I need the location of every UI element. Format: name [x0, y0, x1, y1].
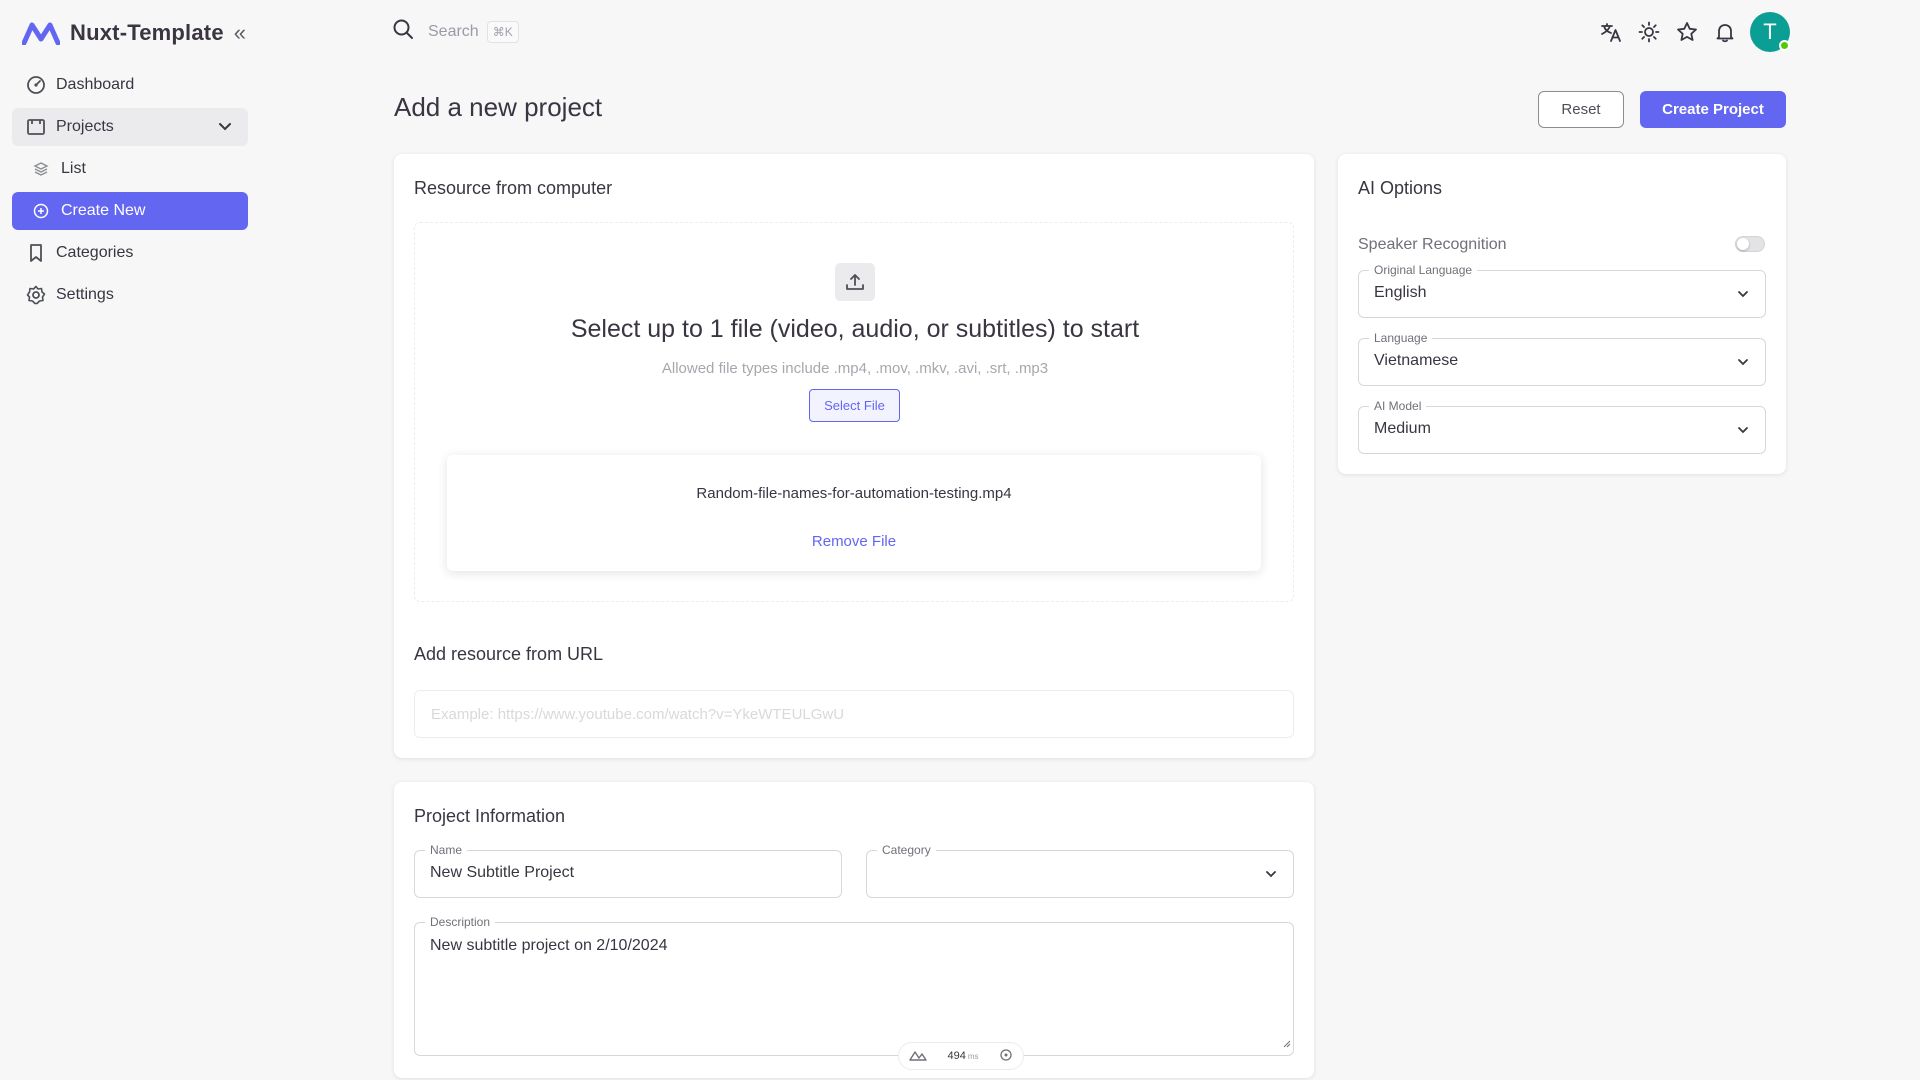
sidebar-item-label: Projects: [56, 118, 114, 135]
ai-model-label: AI Model: [1369, 399, 1427, 413]
url-section-title: Add resource from URL: [414, 644, 604, 664]
dashboard-icon: [25, 74, 47, 96]
app-title: Nuxt-Template: [70, 20, 224, 45]
reset-button[interactable]: Reset: [1538, 91, 1624, 128]
sidebar-item-list[interactable]: List: [12, 150, 248, 188]
gear-icon: [25, 284, 47, 306]
sidebar-item-projects[interactable]: Projects: [12, 108, 248, 146]
create-project-button[interactable]: Create Project: [1640, 91, 1786, 128]
ai-model-select[interactable]: AI Model Medium: [1358, 399, 1766, 454]
name-field[interactable]: Name New Subtitle Project: [414, 843, 842, 898]
chevron-down-icon: [1735, 422, 1751, 443]
render-timing: 494 ms: [947, 1050, 978, 1062]
selected-file-name: Random-file-names-for-automation-testing…: [696, 485, 1012, 502]
sidebar-item-label: Settings: [56, 286, 114, 303]
chevron-down-icon: [1735, 286, 1751, 307]
speaker-recognition-label: Speaker Recognition: [1358, 236, 1507, 253]
dropzone-headline: Select up to 1 file (video, audio, or su…: [570, 315, 1140, 343]
name-field-value: New Subtitle Project: [430, 864, 575, 881]
description-textarea[interactable]: New subtitle project on 2/10/2024: [430, 937, 1280, 1047]
language-label: Language: [1369, 331, 1433, 345]
category-field-label: Category: [877, 843, 936, 857]
plus-circle-icon: [30, 200, 52, 222]
language-select[interactable]: Language Vietnamese: [1358, 331, 1766, 386]
sidebar-item-label: Dashboard: [56, 76, 135, 93]
original-language-value: English: [1374, 284, 1427, 301]
search-icon: [392, 18, 414, 45]
avatar[interactable]: T: [1750, 12, 1790, 52]
resource-card: Resource from computer Select up to 1 fi…: [394, 154, 1314, 758]
file-dropzone[interactable]: Select up to 1 file (video, audio, or su…: [414, 222, 1294, 602]
resource-url-input[interactable]: [414, 690, 1294, 738]
sidebar-item-create-new[interactable]: Create New: [12, 192, 248, 230]
sidebar-item-dashboard[interactable]: Dashboard: [12, 66, 248, 104]
layers-icon: [30, 158, 52, 180]
brand: Nuxt-Template «: [22, 18, 246, 48]
crosshair-icon[interactable]: [999, 1048, 1013, 1065]
selected-file-card: Random-file-names-for-automation-testing…: [447, 455, 1261, 571]
search-label: Search: [428, 22, 479, 40]
ai-options-title: AI Options: [1358, 178, 1443, 198]
bell-icon[interactable]: [1706, 13, 1744, 51]
ai-options-card: AI Options Speaker Recognition Original …: [1338, 154, 1786, 474]
topbar-actions: T: [1592, 12, 1790, 52]
resource-card-title: Resource from computer: [414, 178, 613, 198]
sidebar: Nuxt-Template « Dashboard Projects List: [0, 0, 260, 1080]
render-timing-value: 494: [947, 1050, 966, 1062]
name-field-label: Name: [425, 843, 468, 857]
original-language-select[interactable]: Original Language English: [1358, 263, 1766, 318]
upload-icon: [835, 263, 875, 301]
chevron-down-icon: [1263, 866, 1279, 887]
sidebar-item-label: Create New: [61, 202, 146, 219]
nuxt-devtools-icon[interactable]: [909, 1049, 927, 1064]
nuxt-logo-icon: [22, 19, 60, 47]
description-field[interactable]: Description New subtitle project on 2/10…: [414, 915, 1294, 1056]
devtools-bar[interactable]: 494 ms: [898, 1042, 1024, 1070]
project-information-card: Project Information Name New Subtitle Pr…: [394, 782, 1314, 1078]
chevron-down-icon: [1735, 354, 1751, 375]
sidebar-item-label: Categories: [56, 244, 134, 261]
allowed-file-types: Allowed file types include .mp4, .mov, .…: [661, 360, 1049, 377]
star-icon[interactable]: [1668, 13, 1706, 51]
collapse-sidebar-icon[interactable]: «: [234, 22, 246, 44]
translate-icon[interactable]: [1592, 13, 1630, 51]
sidebar-nav: Dashboard Projects List Create New Categ…: [12, 66, 248, 318]
sidebar-item-label: List: [61, 160, 86, 177]
language-value: Vietnamese: [1374, 352, 1459, 369]
chevron-down-icon: [216, 117, 234, 140]
online-status-dot: [1779, 40, 1790, 51]
bookmark-icon: [25, 242, 47, 264]
category-select[interactable]: Category: [866, 843, 1294, 898]
ai-model-value: Medium: [1374, 420, 1431, 437]
sidebar-item-categories[interactable]: Categories: [12, 234, 248, 272]
remove-file-link[interactable]: Remove File: [447, 533, 1261, 550]
speaker-recognition-toggle[interactable]: [1735, 236, 1765, 252]
sun-icon[interactable]: [1630, 13, 1668, 51]
render-timing-unit: ms: [967, 1052, 979, 1061]
description-field-label: Description: [425, 915, 496, 929]
sidebar-item-settings[interactable]: Settings: [12, 276, 248, 314]
toggle-knob: [1737, 238, 1749, 250]
page-title: Add a new project: [394, 92, 603, 122]
resize-grip-icon[interactable]: [1282, 1035, 1291, 1053]
projects-icon: [25, 116, 47, 138]
search-trigger[interactable]: Search ⌘K: [392, 18, 519, 45]
project-information-title: Project Information: [414, 806, 566, 826]
search-shortcut-badge: ⌘K: [486, 20, 519, 43]
original-language-label: Original Language: [1369, 263, 1478, 277]
avatar-letter: T: [1763, 19, 1777, 44]
select-file-button[interactable]: Select File: [809, 389, 900, 422]
